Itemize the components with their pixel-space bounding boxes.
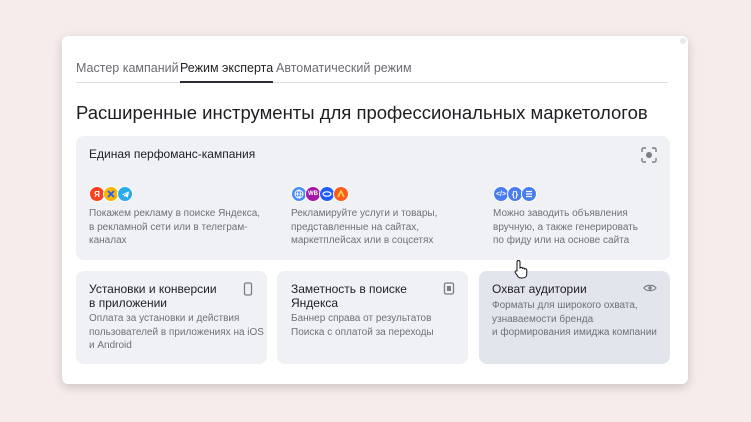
app-installs-card[interactable]: Установки и конверсии в приложении Оплат… [76,271,267,364]
card-description: Оплата за установки и действия пользоват… [89,313,264,351]
channel-icons: Я [89,186,133,202]
tab-campaign-wizard[interactable]: Мастер кампаний [76,61,179,75]
card-description: Можно заводить объявления вручную, а так… [493,208,638,246]
card-description: Покажем рекламу в поиске Яндекса, в рекл… [89,208,261,246]
telegram-icon [117,186,133,202]
unified-performance-card[interactable]: Единая перфоманс-кампания Я Покажем рекл… [76,136,670,260]
card-title: Единая перфоманс-кампания [89,147,256,161]
mode-tabs: Мастер кампаний Режим эксперта Автоматич… [76,58,668,83]
card-title: Установки и конверсии в приложении [89,282,217,310]
phone-icon [243,282,253,296]
window-corner-dot [680,38,686,44]
tab-expert-mode[interactable]: Режим эксперта [180,61,274,83]
card-title: Заметность в поиске Яндекса [291,282,407,310]
page-title: Расширенные инструменты для профессионал… [76,102,648,123]
focus-scan-icon [641,147,657,163]
audience-reach-card[interactable]: Охват аудитории Форматы для широкого охв… [479,271,670,364]
card-description: Рекламируйте услуги и товары, представле… [291,208,438,246]
list-icon [521,186,537,202]
product-icons: WB [291,186,349,202]
card-description: Баннер справа от результатов Поиска с оп… [291,313,434,338]
card-description: Форматы для широкого охвата, узнаваемост… [492,300,657,338]
hand-cursor-icon [514,259,528,279]
tab-automatic-mode[interactable]: Автоматический режим [276,61,412,75]
card-title: Охват аудитории [492,282,587,296]
creation-icons: </> {} [493,186,537,202]
search-visibility-card[interactable]: Заметность в поиске Яндекса Баннер справ… [277,271,468,364]
banner-icon [443,282,455,295]
campaign-type-dialog: Мастер кампаний Режим эксперта Автоматич… [62,36,688,384]
marketplace-icon [333,186,349,202]
eye-icon [643,284,657,292]
